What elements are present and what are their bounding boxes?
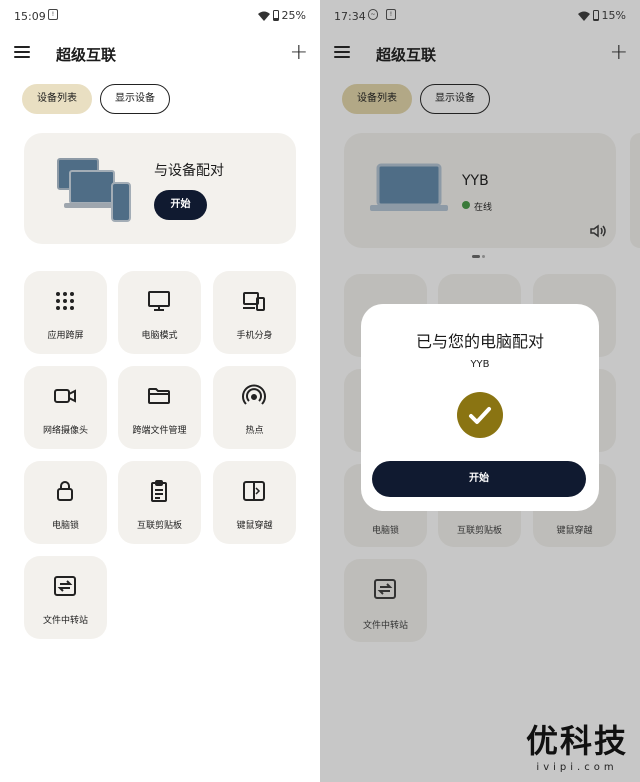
watermark-site: ivipi.com <box>536 762 618 773</box>
page-title: 超级互联 <box>376 46 437 64</box>
transfer-icon <box>374 579 396 599</box>
battery-percent: 25% <box>281 9 306 22</box>
menu-icon[interactable] <box>14 46 30 58</box>
devices-icon <box>243 292 265 311</box>
add-icon[interactable]: + <box>290 40 308 65</box>
grid-item-label: 应用跨屏 <box>47 331 84 341</box>
grid-item-label: 网络摄像头 <box>42 426 88 436</box>
monitor-icon <box>148 291 170 311</box>
sync-icon: ~ <box>368 9 378 20</box>
status-bar: 15:09 ! 25% <box>0 0 320 32</box>
left-screen: 15:09 ! 25% 超级互联 + 设备列表 显示设备 与设备配对 开始 应用… <box>0 0 320 782</box>
wifi-icon <box>257 11 270 21</box>
devices-illustration-icon <box>57 158 131 222</box>
lock-icon <box>57 481 73 501</box>
grid-item-label: 热点 <box>245 426 264 436</box>
tab-display-device[interactable]: 显示设备 <box>100 84 170 114</box>
hotspot-icon <box>242 384 266 405</box>
watermark: 优科技 ivipi.com <box>526 716 628 773</box>
pair-card: 与设备配对 开始 <box>24 133 296 244</box>
page-title: 超级互联 <box>56 46 117 64</box>
grid-item-pc-mode[interactable]: 电脑模式 <box>118 271 201 354</box>
grid-item-label: 文件中转站 <box>42 616 88 626</box>
tab-display-device[interactable]: 显示设备 <box>420 84 490 114</box>
grid-item-label: 电脑锁 <box>371 526 399 536</box>
battery-icon <box>272 10 279 21</box>
check-icon <box>457 392 503 438</box>
speaker-icon[interactable] <box>590 224 606 238</box>
grid-item-file-transfer[interactable]: 文件中转站 <box>24 556 107 639</box>
grid-item-clipboard[interactable]: 互联剪贴板 <box>118 461 201 544</box>
right-screen: 17:34 ~ ! 15% 超级互联 + 设备列表 显示设备 YYB 在线 电脑… <box>320 0 640 782</box>
app-grid-icon <box>56 292 74 310</box>
grid-item-app-cross-screen[interactable]: 应用跨屏 <box>24 271 107 354</box>
grid-item-label: 电脑模式 <box>141 331 178 341</box>
page-indicator <box>472 255 488 259</box>
menu-icon[interactable] <box>334 46 350 58</box>
next-device-card[interactable] <box>630 133 640 248</box>
grid-item-keyboard-mouse[interactable]: 键鼠穿越 <box>213 461 296 544</box>
laptop-icon <box>370 163 448 211</box>
dialog-start-button[interactable]: 开始 <box>372 461 586 497</box>
notification-icon: ! <box>48 9 58 20</box>
grid-item-label: 文件中转站 <box>362 621 408 631</box>
grid-item-label: 电脑锁 <box>51 521 79 531</box>
tab-device-list[interactable]: 设备列表 <box>22 84 92 114</box>
grid-item-label: 键鼠穿越 <box>236 521 273 531</box>
grid-item-webcam[interactable]: 网络摄像头 <box>24 366 107 449</box>
status-time: 17:34 <box>334 10 366 23</box>
online-indicator <box>462 201 470 209</box>
grid-item-pc-lock[interactable]: 电脑锁 <box>24 461 107 544</box>
battery-icon <box>592 10 599 21</box>
grid-item-file-manager[interactable]: 跨端文件管理 <box>118 366 201 449</box>
clipboard-icon <box>151 480 167 502</box>
camera-icon <box>54 389 76 403</box>
dialog-title: 已与您的电脑配对 <box>415 332 544 351</box>
transfer-icon <box>54 576 76 596</box>
device-name: YYB <box>462 173 489 189</box>
dialog-device-name: YYB <box>470 359 490 370</box>
status-bar: 17:34 ~ ! 15% <box>320 0 640 32</box>
paired-dialog: 已与您的电脑配对 YYB 开始 <box>361 304 599 511</box>
notification-icon: ! <box>386 9 396 20</box>
watermark-brand: 优科技 <box>525 722 628 760</box>
grid-item-phone-clone[interactable]: 手机分身 <box>213 271 296 354</box>
grid-item-label: 键鼠穿越 <box>556 526 593 536</box>
tab-device-list[interactable]: 设备列表 <box>342 84 412 114</box>
add-icon[interactable]: + <box>610 40 628 65</box>
grid-item-label: 互联剪贴板 <box>136 521 182 531</box>
pair-title: 与设备配对 <box>154 163 224 179</box>
grid-item-label: 跨端文件管理 <box>132 426 187 436</box>
device-card[interactable]: YYB 在线 <box>344 133 616 248</box>
grid-item-label: 手机分身 <box>236 331 273 341</box>
battery-percent: 15% <box>601 9 626 22</box>
wifi-icon <box>577 11 590 21</box>
grid-item-hotspot[interactable]: 热点 <box>213 366 296 449</box>
start-button[interactable]: 开始 <box>154 190 207 220</box>
folder-icon <box>148 388 170 404</box>
device-status: 在线 <box>474 203 493 213</box>
grid-item-label: 互联剪贴板 <box>456 526 502 536</box>
status-time: 15:09 <box>14 10 46 23</box>
grid-item-file-transfer[interactable]: 文件中转站 <box>344 559 427 642</box>
keyboard-mouse-icon <box>243 481 265 501</box>
